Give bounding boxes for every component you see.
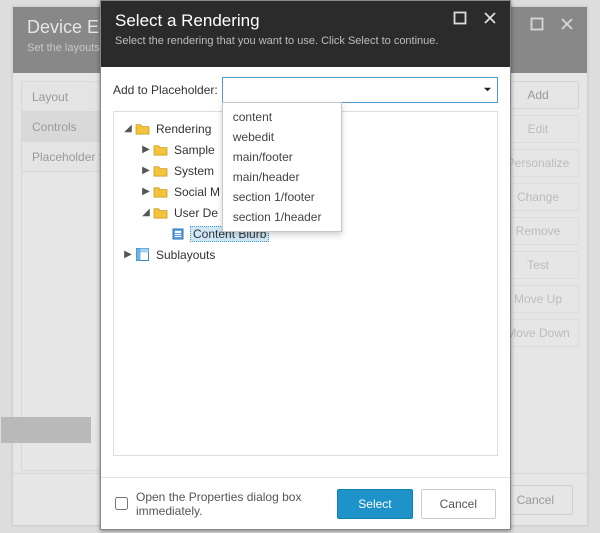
tree-label: Rendering [154, 122, 213, 136]
placeholder-option[interactable]: main/header [223, 167, 341, 187]
add-to-placeholder-input[interactable] [222, 77, 498, 103]
folder-icon [152, 206, 168, 220]
select-rendering-dialog: Select a Rendering Select the rendering … [100, 0, 511, 530]
placeholder-option[interactable]: webedit [223, 127, 341, 147]
expand-icon[interactable]: ▶ [140, 186, 152, 197]
folder-icon [134, 122, 150, 136]
folder-icon [152, 164, 168, 178]
placeholder-option[interactable]: section 1/footer [223, 187, 341, 207]
placeholder-dropdown-list: content webedit main/footer main/header … [222, 102, 342, 232]
dropdown-caret-icon[interactable] [483, 83, 492, 97]
expand-icon[interactable]: ▶ [122, 249, 134, 260]
add-to-placeholder-label: Add to Placeholder: [113, 83, 218, 97]
placeholder-option[interactable]: section 1/header [223, 207, 341, 227]
cancel-button[interactable]: Cancel [421, 489, 496, 519]
select-rendering-subtitle: Select the rendering that you want to us… [115, 35, 496, 47]
folder-icon [152, 185, 168, 199]
expand-icon[interactable]: ▶ [140, 165, 152, 176]
tree-label: Sample [172, 143, 217, 157]
sublayout-icon [134, 248, 150, 262]
collapse-icon[interactable]: ◢ [122, 123, 134, 134]
close-icon[interactable] [478, 6, 502, 30]
select-rendering-header: Select a Rendering Select the rendering … [101, 1, 510, 67]
tree-label: User De [172, 206, 220, 220]
folder-icon [152, 143, 168, 157]
tree-label: Social M [172, 185, 222, 199]
rendering-item-icon [170, 227, 186, 241]
maximize-icon[interactable] [448, 6, 472, 30]
tree-label: Sublayouts [154, 248, 217, 262]
placeholder-option[interactable]: main/footer [223, 147, 341, 167]
select-button[interactable]: Select [337, 489, 412, 519]
select-rendering-title: Select a Rendering [115, 11, 496, 31]
expand-icon[interactable]: ▶ [140, 144, 152, 155]
tree-node-sublayouts[interactable]: ▶ Sublayouts [118, 244, 493, 265]
tree-label: System [172, 164, 216, 178]
add-to-placeholder-combobox[interactable]: content webedit main/footer main/header … [222, 77, 498, 103]
open-properties-checkbox[interactable] [115, 497, 128, 510]
open-properties-label: Open the Properties dialog box immediate… [136, 490, 321, 518]
collapse-icon[interactable]: ◢ [140, 207, 152, 218]
placeholder-option[interactable]: content [223, 107, 341, 127]
